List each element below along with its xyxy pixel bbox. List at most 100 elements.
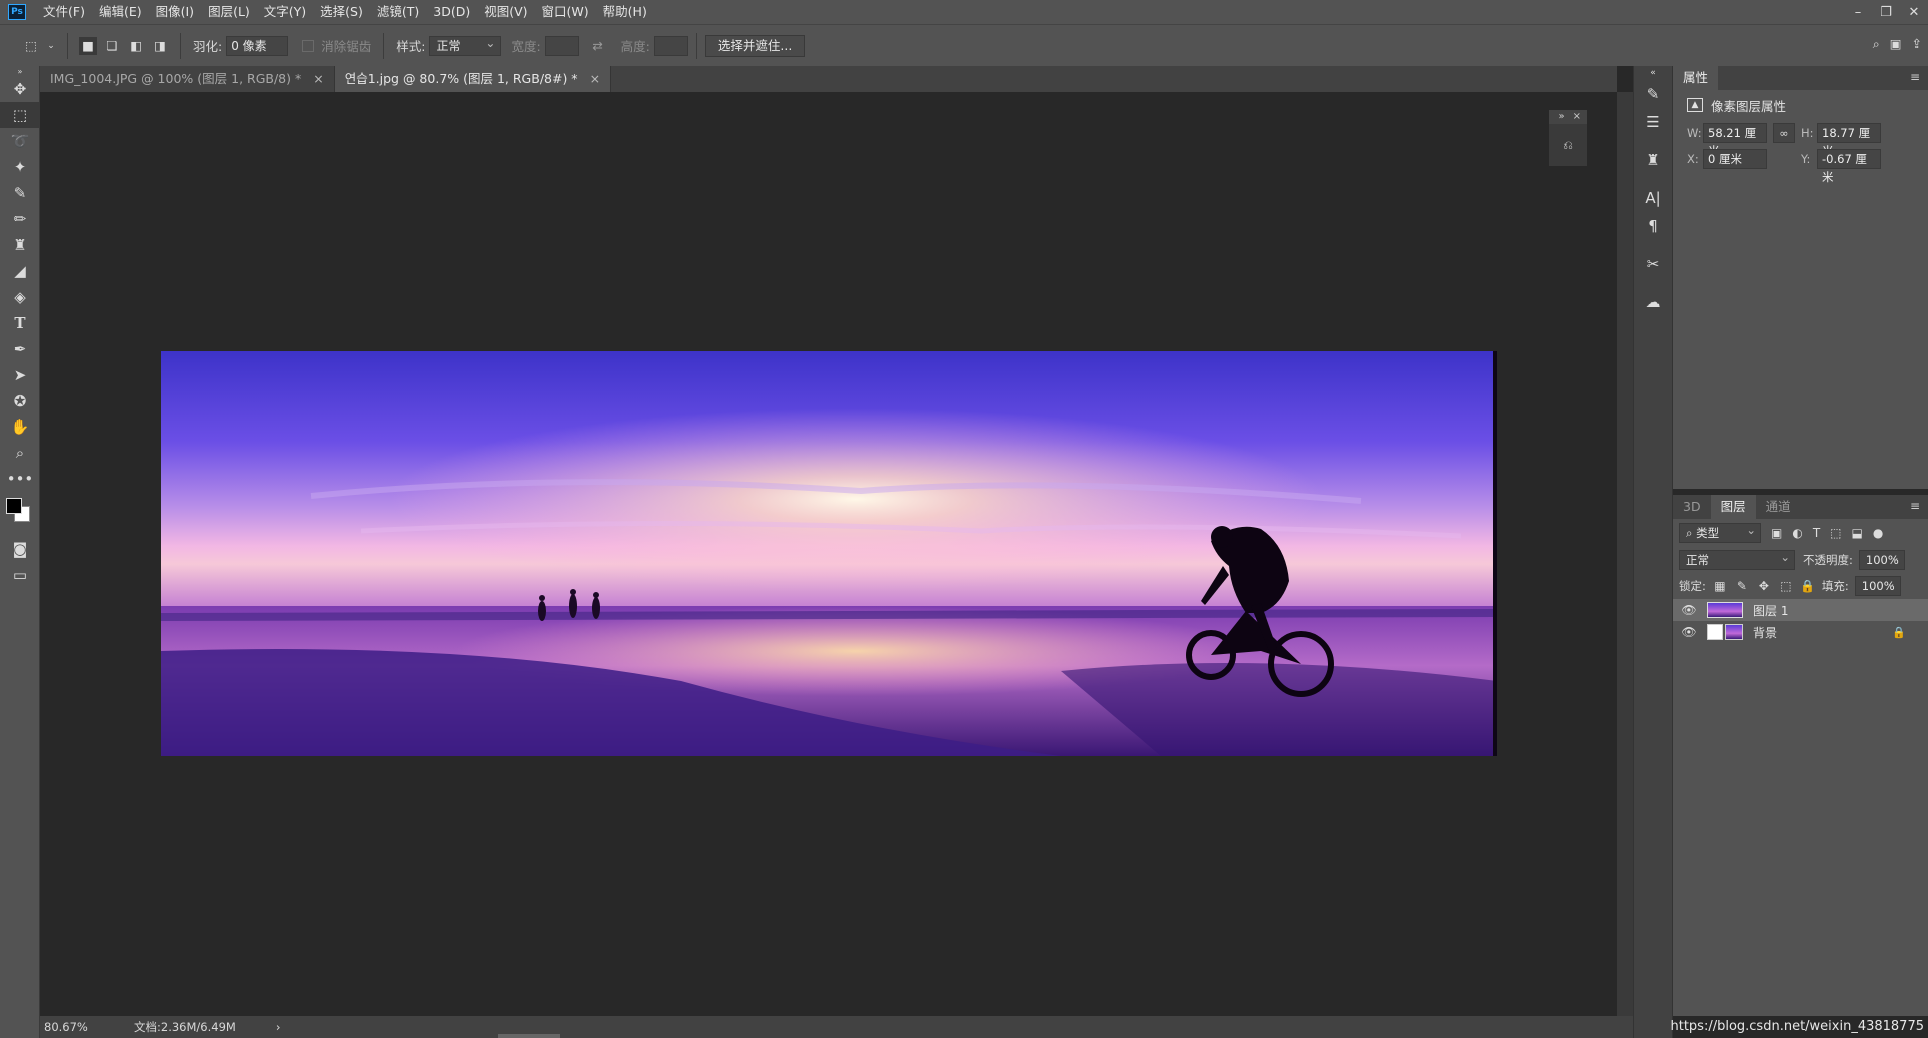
menu-edit[interactable]: 编辑(E): [92, 0, 149, 24]
swap-icon[interactable]: ⇄: [589, 37, 607, 55]
blend-mode-select[interactable]: 正常: [1679, 548, 1795, 570]
filter-pixel-icon[interactable]: ▣: [1771, 526, 1782, 540]
width-input[interactable]: [544, 35, 579, 56]
layer-name[interactable]: 图层 1: [1753, 602, 1788, 619]
menu-layer[interactable]: 图层(L): [201, 0, 257, 24]
filter-smart-icon[interactable]: ⬓: [1852, 526, 1863, 540]
layer-row[interactable]: 👁 图层 1: [1673, 599, 1928, 621]
search-icon[interactable]: ⌕: [1873, 36, 1880, 52]
tab-3d[interactable]: 3D: [1673, 495, 1711, 519]
lock-paint-icon[interactable]: ✎: [1734, 579, 1750, 593]
height-field[interactable]: 18.77 厘米: [1817, 123, 1881, 158]
adjustments-icon[interactable]: ☰: [1634, 108, 1672, 136]
panel-menu-icon[interactable]: ≡: [1910, 499, 1920, 513]
minimize-icon[interactable]: –: [1844, 0, 1872, 24]
lock-artboard-icon[interactable]: ⬚: [1778, 579, 1794, 593]
tab-layers[interactable]: 图层: [1710, 495, 1756, 519]
chevron-down-icon[interactable]: ⌄: [46, 37, 56, 55]
menu-window[interactable]: 窗口(W): [535, 0, 596, 24]
layer-row[interactable]: 👁 背景 🔒: [1673, 621, 1928, 643]
paint-bucket-tool-icon[interactable]: ◈: [0, 284, 40, 310]
pen-tool-icon[interactable]: ✒: [0, 336, 40, 362]
creative-cloud-icon[interactable]: ☁: [1634, 288, 1672, 316]
color-swatches[interactable]: [0, 492, 39, 536]
clone-source-icon[interactable]: ♜: [1634, 146, 1672, 174]
opacity-input[interactable]: 100%: [1858, 548, 1905, 570]
fill-input[interactable]: 100%: [1854, 574, 1901, 596]
zoom-level[interactable]: 80.67%: [44, 1020, 124, 1034]
tab-channels[interactable]: 通道: [1756, 495, 1801, 519]
lock-transparent-icon[interactable]: ▦: [1712, 579, 1728, 593]
lock-all-icon[interactable]: 🔒: [1800, 579, 1816, 593]
vertical-scrollbar[interactable]: [1617, 92, 1633, 1016]
lasso-tool-icon[interactable]: ➰: [0, 128, 40, 154]
restore-icon[interactable]: ❐: [1872, 0, 1900, 24]
move-tool-icon[interactable]: ✥: [0, 76, 40, 102]
panel-menu-icon[interactable]: ≡: [1910, 70, 1920, 84]
filter-toggle-icon[interactable]: ●: [1873, 526, 1883, 540]
paragraph-icon[interactable]: ¶: [1634, 212, 1672, 240]
workspace-icon[interactable]: ▣: [1890, 36, 1902, 52]
menu-filter[interactable]: 滤镜(T): [370, 0, 426, 24]
chevron-right-icon[interactable]: ›: [276, 1020, 281, 1034]
eye-icon[interactable]: 👁: [1681, 625, 1697, 639]
eye-icon[interactable]: 👁: [1681, 603, 1697, 617]
menu-help[interactable]: 帮助(H): [596, 0, 654, 24]
width-field[interactable]: 58.21 厘米: [1703, 123, 1767, 158]
close-icon[interactable]: ×: [1573, 110, 1581, 124]
menu-file[interactable]: 文件(F): [36, 0, 92, 24]
y-field[interactable]: -0.67 厘米: [1817, 149, 1881, 184]
brush-settings-icon[interactable]: ✎: [1634, 80, 1672, 108]
magic-wand-tool-icon[interactable]: ✦: [0, 154, 40, 180]
rect-marquee-tool-icon[interactable]: ⬚: [0, 102, 40, 128]
filter-adjustment-icon[interactable]: ◐: [1792, 526, 1802, 540]
expand-icon[interactable]: »: [1558, 110, 1564, 124]
antialias-checkbox[interactable]: [302, 39, 315, 52]
character-icon[interactable]: A|: [1634, 184, 1672, 212]
screen-mode-icon[interactable]: ▭: [0, 562, 40, 588]
link-icon[interactable]: ∞: [1773, 123, 1795, 143]
menu-image[interactable]: 图像(I): [149, 0, 201, 24]
feather-input[interactable]: 0 像素: [226, 35, 289, 56]
add-selection-icon[interactable]: ❏: [103, 37, 121, 55]
tools-icon[interactable]: ✂: [1634, 250, 1672, 278]
close-window-icon[interactable]: ✕: [1900, 0, 1928, 24]
height-input[interactable]: [653, 35, 688, 56]
subtract-selection-icon[interactable]: ◧: [127, 37, 145, 55]
menu-3d[interactable]: 3D(D): [426, 0, 477, 24]
type-tool-icon[interactable]: T: [0, 310, 40, 336]
select-and-mask-button[interactable]: 选择并遮住...: [704, 34, 806, 57]
x-field[interactable]: 0 厘米: [1703, 149, 1767, 169]
close-icon[interactable]: ×: [313, 71, 323, 86]
menu-select[interactable]: 选择(S): [313, 0, 370, 24]
eyedropper-tool-icon[interactable]: ✎: [0, 180, 40, 206]
stamp-tool-icon[interactable]: ♜: [0, 232, 40, 258]
tab-active-doc[interactable]: 연습1.jpg @ 80.7% (图层 1, RGB/8#) * ×: [334, 66, 612, 92]
history-icon[interactable]: ⎌: [1549, 124, 1587, 166]
intersect-selection-icon[interactable]: ◨: [151, 37, 169, 55]
style-select[interactable]: 正常: [429, 34, 502, 56]
marquee-preset-icon[interactable]: ⬚: [22, 37, 40, 55]
tab-img-1004[interactable]: IMG_1004.JPG @ 100% (图层 1, RGB/8) * ×: [40, 66, 335, 92]
layer-name[interactable]: 背景: [1753, 624, 1777, 641]
filter-kind-select[interactable]: ⌕ 类型: [1679, 521, 1761, 543]
collapse-icon[interactable]: «: [1634, 66, 1672, 80]
filter-type-icon[interactable]: T: [1813, 526, 1820, 540]
hand-tool-icon[interactable]: ✋: [0, 414, 40, 440]
path-select-tool-icon[interactable]: ➤: [0, 362, 40, 388]
filter-shape-icon[interactable]: ⬚: [1830, 526, 1841, 540]
collapse-icon[interactable]: »: [0, 66, 40, 76]
close-icon[interactable]: ×: [590, 71, 600, 86]
horizontal-scrollbar-thumb[interactable]: [498, 1034, 560, 1038]
menu-view[interactable]: 视图(V): [477, 0, 534, 24]
brush-tool-icon[interactable]: ✏: [0, 206, 40, 232]
more-tools-icon[interactable]: •••: [0, 466, 40, 492]
custom-shape-tool-icon[interactable]: ✪: [0, 388, 40, 414]
tab-properties[interactable]: 属性: [1673, 66, 1719, 90]
zoom-tool-icon[interactable]: ⌕: [0, 440, 40, 466]
quick-mask-icon[interactable]: ◙: [0, 536, 40, 562]
document-image[interactable]: [161, 351, 1497, 756]
lock-position-icon[interactable]: ✥: [1756, 579, 1772, 593]
eraser-tool-icon[interactable]: ◢: [0, 258, 40, 284]
new-selection-icon[interactable]: ■: [79, 36, 97, 55]
